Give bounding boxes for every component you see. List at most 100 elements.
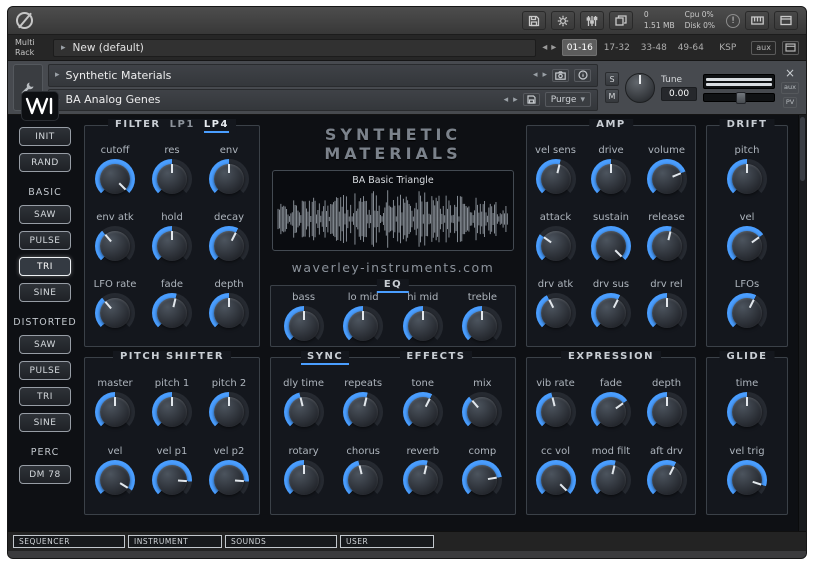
knob-attack[interactable]: attack [529, 212, 583, 266]
prev-patch-arrow[interactable]: ◂ [504, 95, 509, 105]
knob-fade[interactable]: fade [145, 279, 199, 333]
rack-scrollbar[interactable] [798, 115, 806, 531]
knob-lfos[interactable]: LFOs [720, 279, 774, 333]
knob-fade[interactable]: fade [584, 378, 638, 432]
sidebar-button-saw[interactable]: SAW [19, 335, 71, 354]
info-button[interactable] [574, 69, 591, 82]
knob-vel[interactable]: vel [720, 212, 774, 266]
rack-page-33-48[interactable]: 33-48 [636, 39, 671, 56]
sidebar-button-tri[interactable]: TRI [19, 387, 71, 406]
knob-pitch[interactable]: pitch [720, 145, 774, 199]
knob-drv-rel[interactable]: drv rel [640, 279, 694, 333]
browser-view-button[interactable] [609, 11, 633, 30]
solo-button[interactable]: S [605, 72, 619, 86]
knob-cutoff[interactable]: cutoff [88, 145, 142, 199]
knob-bass[interactable]: bass [277, 292, 331, 346]
bottom-tab-user[interactable]: USER [340, 535, 434, 548]
knob-drv-atk[interactable]: drv atk [529, 279, 583, 333]
options-button[interactable] [551, 11, 575, 30]
knob-env-atk[interactable]: env atk [88, 212, 142, 266]
sidebar-button-tri[interactable]: TRI [19, 257, 71, 276]
aux-send-button[interactable]: aux [781, 82, 799, 93]
knob-hold[interactable]: hold [145, 212, 199, 266]
sidebar-button-sine[interactable]: SINE [19, 283, 71, 302]
knob-rotary[interactable]: rotary [277, 446, 331, 500]
filter-mode-lp4[interactable]: LP4 [204, 119, 229, 133]
performance-view-button[interactable]: PV [783, 97, 797, 108]
knob-cc-vol[interactable]: cc vol [529, 446, 583, 500]
knob-vel-p2[interactable]: vel p2 [202, 446, 256, 500]
scrollbar-thumb[interactable] [800, 117, 805, 181]
knob-comp[interactable]: comp [455, 446, 509, 500]
filter-mode-lp1[interactable]: LP1 [170, 119, 195, 130]
purge-dropdown[interactable]: Purge ▾ [545, 92, 591, 107]
sidebar-button-init[interactable]: INIT [19, 127, 71, 146]
bottom-tab-instrument[interactable]: INSTRUMENT [128, 535, 222, 548]
prev-page-arrow[interactable]: ◂ [542, 42, 547, 53]
patch-title-row[interactable]: ▸ BA Analog Genes ◂ ▸ Purge ▾ [48, 89, 598, 112]
minimize-view-button[interactable] [774, 11, 798, 30]
save-button[interactable] [522, 11, 546, 30]
mixer-view-button[interactable] [580, 11, 604, 30]
mute-button[interactable]: M [605, 89, 619, 103]
sidebar-button-pulse[interactable]: PULSE [19, 361, 71, 380]
next-page-arrow[interactable]: ▸ [551, 42, 556, 53]
sidebar-button-dm-78[interactable]: DM 78 [19, 465, 71, 484]
collapse-icon[interactable]: ▸ [55, 70, 60, 80]
sidebar-button-pulse[interactable]: PULSE [19, 231, 71, 250]
knob-lfo-rate[interactable]: LFO rate [88, 279, 142, 333]
multi-preset-selector[interactable]: ▸ New (default) [53, 39, 536, 57]
knob-vel-p1[interactable]: vel p1 [145, 446, 199, 500]
knob-volume[interactable]: volume [640, 145, 694, 199]
knob-time[interactable]: time [720, 378, 774, 432]
knob-mod-filt[interactable]: mod filt [584, 446, 638, 500]
sidebar-button-sine[interactable]: SINE [19, 413, 71, 432]
knob-master[interactable]: master [88, 378, 142, 432]
expand-icon[interactable]: ▸ [61, 43, 66, 53]
pan-slider-handle[interactable] [736, 92, 746, 104]
sidebar-button-rand[interactable]: RAND [19, 153, 71, 172]
knob-res[interactable]: res [145, 145, 199, 199]
output-button[interactable] [782, 41, 799, 55]
knob-depth[interactable]: depth [202, 279, 256, 333]
close-instrument-button[interactable]: × [785, 67, 795, 79]
knob-pitch-2[interactable]: pitch 2 [202, 378, 256, 432]
knob-vel[interactable]: vel [88, 446, 142, 500]
keyboard-button[interactable] [745, 11, 769, 30]
rack-page-ksp[interactable]: KSP [710, 39, 745, 56]
aux-button[interactable]: aux [751, 41, 776, 55]
pan-slider[interactable] [703, 93, 775, 102]
next-patch-arrow[interactable]: ▸ [513, 95, 518, 105]
knob-drive[interactable]: drive [584, 145, 638, 199]
knob-decay[interactable]: decay [202, 212, 256, 266]
rack-page-01-16[interactable]: 01-16 [562, 39, 597, 56]
knob-release[interactable]: release [640, 212, 694, 266]
knob-reverb[interactable]: reverb [396, 446, 450, 500]
knob-vel-sens[interactable]: vel sens [529, 145, 583, 199]
knob-tone[interactable]: tone [396, 378, 450, 432]
tune-knob[interactable] [625, 73, 655, 103]
next-instrument-arrow[interactable]: ▸ [542, 70, 547, 80]
knob-drv-sus[interactable]: drv sus [584, 279, 638, 333]
rack-page-17-32[interactable]: 17-32 [599, 39, 634, 56]
knob-env[interactable]: env [202, 145, 256, 199]
knob-sustain[interactable]: sustain [584, 212, 638, 266]
knob-aft-drv[interactable]: aft drv [640, 446, 694, 500]
sync-title[interactable]: SYNC [301, 351, 349, 365]
knob-vel-trig[interactable]: vel trig [720, 446, 774, 500]
sidebar-button-saw[interactable]: SAW [19, 205, 71, 224]
knob-dly-time[interactable]: dly time [277, 378, 331, 432]
knob-vib-rate[interactable]: vib rate [529, 378, 583, 432]
knob-pitch-1[interactable]: pitch 1 [145, 378, 199, 432]
save-patch-button[interactable] [523, 93, 540, 106]
knob-treble[interactable]: treble [455, 292, 509, 346]
knob-repeats[interactable]: repeats [336, 378, 390, 432]
warning-icon[interactable]: ! [726, 14, 740, 28]
knob-hi-mid[interactable]: hi mid [396, 292, 450, 346]
knob-chorus[interactable]: chorus [336, 446, 390, 500]
knob-mix[interactable]: mix [455, 378, 509, 432]
prev-instrument-arrow[interactable]: ◂ [533, 70, 538, 80]
knob-lo-mid[interactable]: lo mid [336, 292, 390, 346]
bottom-tab-sequencer[interactable]: SEQUENCER [13, 535, 125, 548]
snapshot-button[interactable] [552, 69, 569, 82]
